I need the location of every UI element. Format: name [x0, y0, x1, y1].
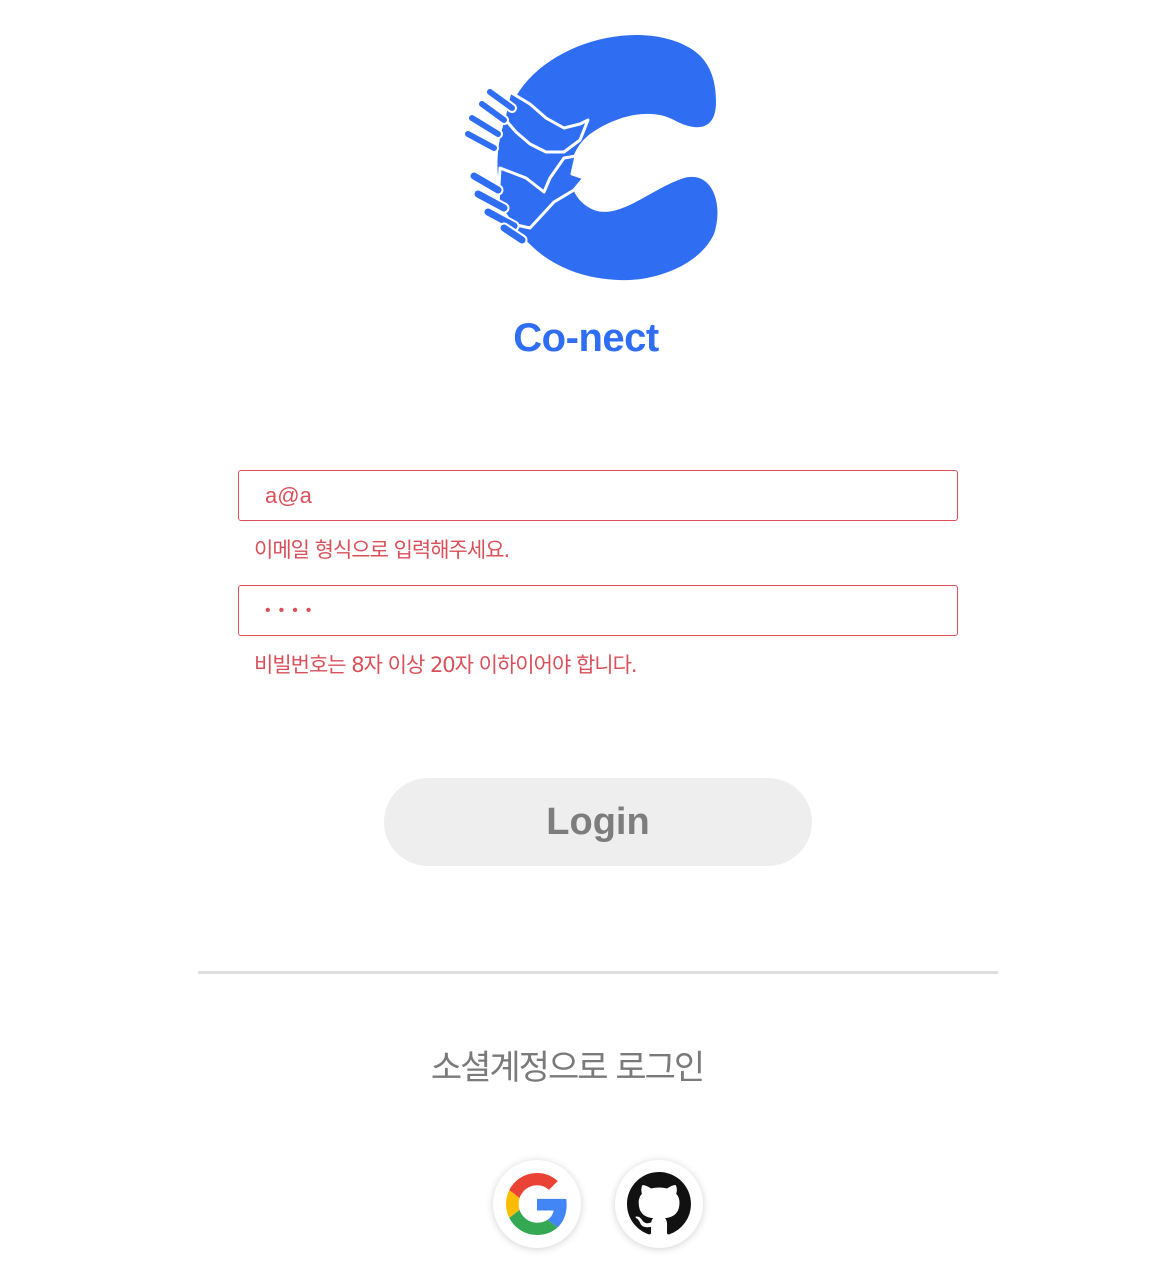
github-login-button[interactable]	[615, 1160, 703, 1248]
conect-logo-icon	[463, 34, 718, 281]
brand-name: Co-nect	[513, 316, 659, 360]
github-icon	[627, 1172, 691, 1235]
social-login-title: 소셜계정으로 로그인	[430, 1048, 705, 1088]
password-error-message: 비빌번호는 8자 이상 20자 이하이어야 합니다.	[254, 653, 638, 677]
divider	[198, 971, 998, 974]
email-field[interactable]	[238, 470, 958, 521]
email-error-message: 이메일 형식으로 입력해주세요.	[254, 538, 510, 562]
password-field[interactable]	[238, 585, 958, 636]
google-icon	[506, 1173, 567, 1235]
google-login-button[interactable]	[493, 1160, 581, 1248]
login-page: Co-nect 이메일 형식으로 입력해주세요. 비빌번호는 8자 이상 20자…	[0, 0, 1172, 1274]
login-button[interactable]: Login	[384, 778, 812, 866]
